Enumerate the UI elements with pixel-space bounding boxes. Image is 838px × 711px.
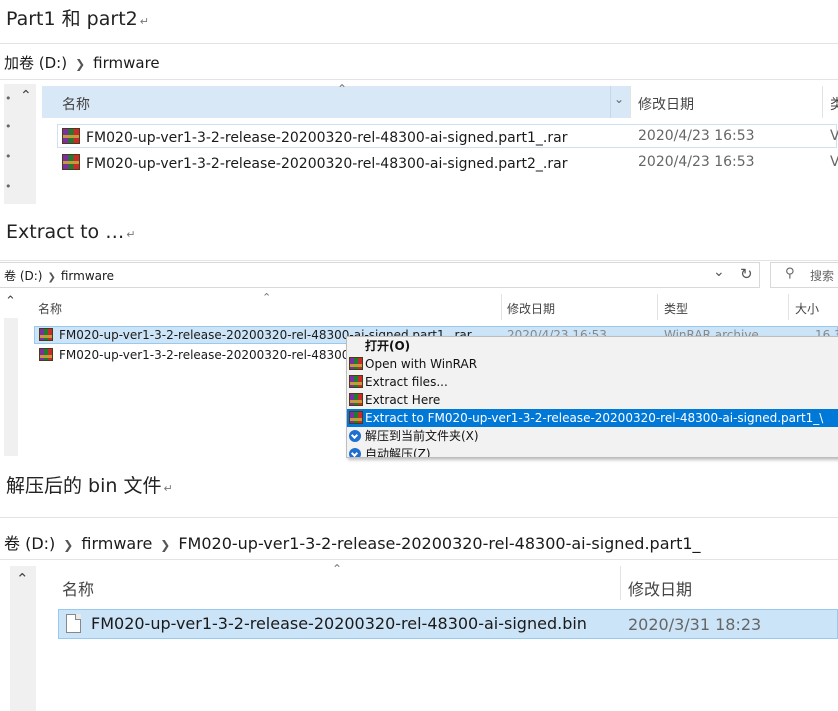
file-name: FM020-up-ver1-3-2-release-20200320-rel-4…: [86, 156, 568, 172]
breadcrumb-drive[interactable]: 卷 (D:): [4, 269, 42, 283]
breadcrumb: 卷 (D:) ❯ firmware ❯ FM020-up-ver1-3-2-releas…: [4, 530, 701, 554]
bandizip-icon: [349, 448, 361, 457]
file-row[interactable]: FM020-up-ver1-3-2-release-20200320-rel-4…: [66, 614, 587, 633]
chevron-right-icon: ❯: [63, 538, 74, 552]
winrar-icon: [62, 128, 80, 144]
refresh-icon[interactable]: ↻: [740, 265, 753, 283]
chevron-down-icon[interactable]: ⌄: [614, 92, 624, 106]
menu-item-open[interactable]: 打开(O): [347, 337, 838, 355]
pin-icon: •: [5, 92, 12, 105]
sort-ascending-icon: ⌃: [332, 562, 343, 576]
file-row[interactable]: FM020-up-ver1-3-2-release-20200320-rel-4…: [62, 128, 567, 146]
return-mark: ↵: [163, 482, 173, 495]
sort-ascending-icon: ⌃: [262, 291, 272, 304]
chevron-right-icon: ❯: [47, 272, 56, 283]
file-date: 2020/4/23 16:53: [638, 128, 755, 144]
winrar-icon: [349, 375, 363, 388]
menu-item-auto-extract[interactable]: 自动解压(Z): [347, 445, 838, 457]
divider: [657, 294, 658, 320]
divider: [620, 566, 621, 600]
winrar-icon: [349, 357, 363, 370]
chevron-right-icon: ❯: [160, 538, 171, 552]
file-row[interactable]: FM020-up-ver1-3-2-release-20200320-rel-4…: [39, 348, 364, 362]
breadcrumb: 加卷 (D:) ❯ firmware: [4, 52, 160, 73]
file-row[interactable]: FM020-up-ver1-3-2-release-20200320-rel-4…: [62, 154, 567, 172]
file-type: V: [830, 128, 838, 144]
column-header-modified[interactable]: 修改日期: [638, 94, 694, 114]
divider: [0, 43, 838, 44]
section3-caption: 解压后的 bin 文件 ↵: [6, 475, 173, 497]
file-type: V: [830, 154, 838, 170]
file-name: FM020-up-ver1-3-2-release-20200320-rel-4…: [91, 614, 587, 633]
return-mark: ↵: [139, 15, 149, 28]
menu-item-extract-here[interactable]: Extract Here: [347, 391, 838, 409]
divider: [630, 86, 631, 118]
winrar-icon: [39, 328, 53, 341]
breadcrumb-drive[interactable]: 加卷 (D:): [4, 54, 67, 72]
divider: [788, 294, 789, 320]
column-header-name[interactable]: 名称: [62, 94, 90, 114]
nav-pane: [4, 318, 18, 456]
menu-item-extract-current[interactable]: 解压到当前文件夹(X): [347, 427, 838, 445]
breadcrumb: 卷 (D:) ❯ firmware: [4, 267, 114, 284]
divider: [0, 260, 838, 261]
breadcrumb-firmware[interactable]: firmware: [81, 534, 152, 553]
winrar-icon: [39, 348, 53, 361]
winrar-icon: [349, 411, 363, 424]
divider: [501, 294, 502, 320]
pin-icon: •: [5, 120, 12, 133]
bandizip-icon: [349, 430, 361, 442]
breadcrumb-firmware[interactable]: firmware: [93, 54, 160, 72]
winrar-icon: [62, 154, 80, 170]
column-header-name[interactable]: 名称: [38, 300, 62, 317]
column-header-name-bg: [42, 86, 630, 118]
column-header-name[interactable]: 名称: [62, 576, 94, 600]
column-header-extra[interactable]: 类: [830, 94, 838, 114]
scroll-up-icon[interactable]: ⌃: [16, 570, 29, 588]
context-menu: 打开(O) Open with WinRAR Extract files... …: [346, 336, 838, 458]
scroll-up-icon[interactable]: ⌃: [5, 294, 16, 309]
column-header-modified[interactable]: 修改日期: [628, 576, 692, 600]
breadcrumb-firmware[interactable]: firmware: [61, 269, 114, 283]
column-header-size[interactable]: 大小: [795, 300, 819, 317]
file-icon: [66, 614, 81, 633]
file-date: 2020/4/23 16:53: [638, 154, 755, 170]
menu-item-extract-to[interactable]: Extract to FM020-up-ver1-3-2-release-202…: [347, 409, 838, 427]
return-mark: ↵: [126, 228, 136, 241]
menu-item-extract-files[interactable]: Extract files...: [347, 373, 838, 391]
column-header-modified[interactable]: 修改日期: [507, 300, 555, 317]
breadcrumb-drive[interactable]: 卷 (D:): [4, 534, 55, 553]
chevron-right-icon: ❯: [75, 57, 86, 71]
column-header-type[interactable]: 类型: [664, 300, 688, 317]
pin-icon: •: [5, 150, 12, 163]
divider: [822, 86, 823, 118]
file-name: FM020-up-ver1-3-2-release-20200320-rel-4…: [59, 348, 365, 362]
section1-caption: Part1 和 part2 ↵: [6, 8, 149, 30]
file-date: 2020/3/31 18:23: [628, 615, 762, 634]
scroll-up-icon[interactable]: ⌃: [20, 88, 32, 104]
file-name: FM020-up-ver1-3-2-release-20200320-rel-4…: [86, 130, 568, 146]
search-placeholder: 搜索: [810, 269, 835, 283]
divider: [610, 86, 611, 118]
chevron-down-icon[interactable]: ⌄: [713, 264, 725, 280]
pin-icon: •: [5, 180, 12, 193]
breadcrumb-folder[interactable]: FM020-up-ver1-3-2-release-20200320-rel-4…: [178, 534, 700, 553]
sort-ascending-icon: ⌃: [337, 82, 348, 96]
section2-caption: Extract to … ↵: [6, 221, 136, 243]
search-icon: ⚲: [785, 266, 795, 281]
divider: [0, 517, 838, 518]
winrar-icon: [349, 393, 363, 406]
divider: [0, 559, 838, 560]
menu-item-open-with-winrar[interactable]: Open with WinRAR: [347, 355, 838, 373]
divider: [0, 79, 838, 80]
